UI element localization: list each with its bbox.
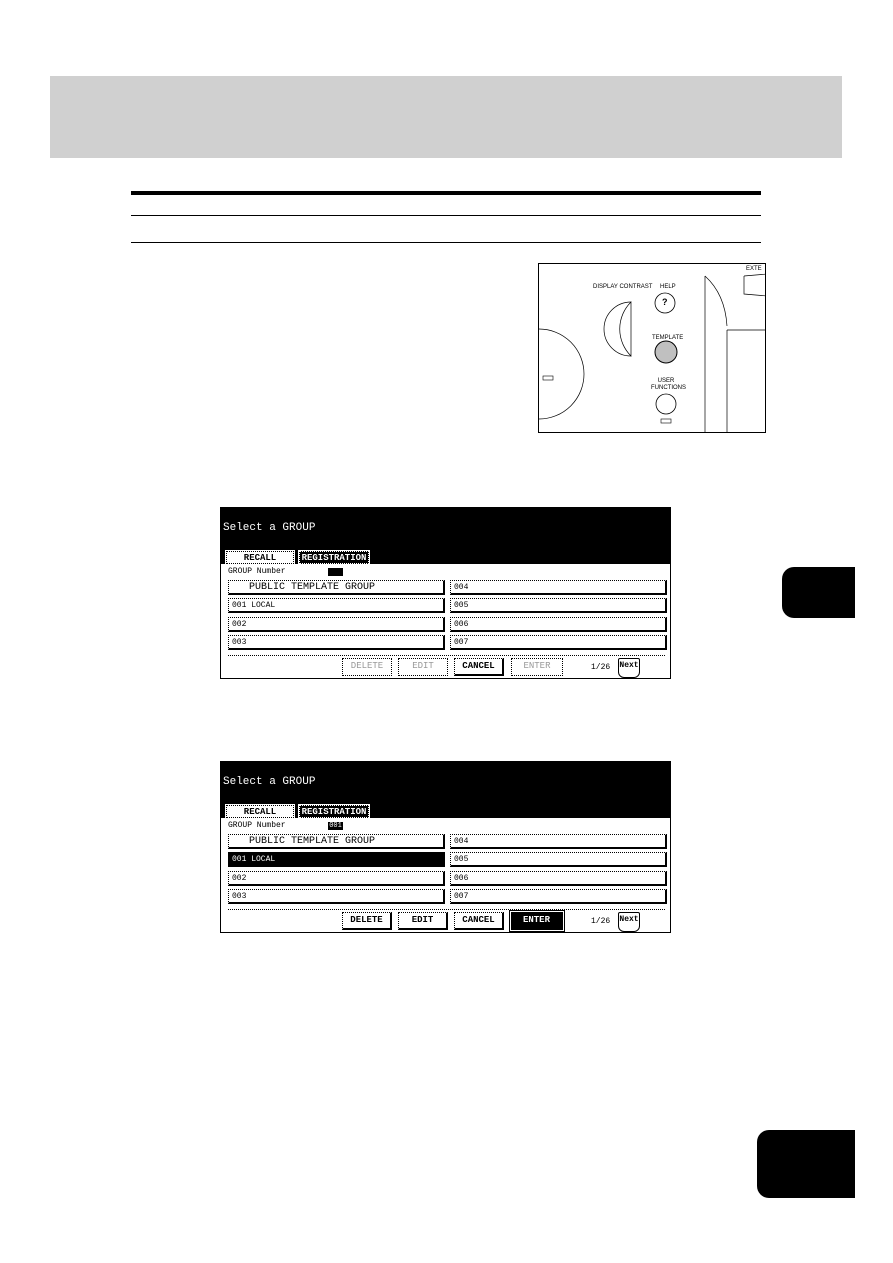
tab-recall[interactable]: RECALL: [225, 550, 295, 565]
group-item[interactable]: 002: [228, 617, 445, 632]
group-number-value: [328, 568, 343, 576]
cancel-button[interactable]: CANCEL: [454, 912, 504, 930]
tab-registration[interactable]: REGISTRATION: [298, 804, 370, 819]
tab-recall[interactable]: RECALL: [225, 804, 295, 819]
group-item[interactable]: 007: [450, 635, 667, 650]
group-item[interactable]: 004: [450, 580, 667, 595]
group-item[interactable]: 005: [450, 852, 667, 867]
group-item[interactable]: 004: [450, 834, 667, 849]
help-button: ?: [662, 297, 668, 307]
group-number-value: 001: [328, 822, 343, 830]
group-item[interactable]: 007: [450, 889, 667, 904]
screen-title: Select a GROUP: [223, 776, 316, 788]
edit-button[interactable]: EDIT: [398, 912, 448, 930]
group-item[interactable]: 001 LOCAL: [228, 852, 445, 867]
delete-button[interactable]: DELETE: [342, 912, 392, 930]
page-indicator: 1/26: [591, 663, 611, 672]
group-item[interactable]: 005: [450, 598, 667, 613]
group-number-label: GROUP Number: [228, 821, 286, 830]
group-item[interactable]: 002: [228, 871, 445, 886]
chapter-tab: [782, 567, 855, 618]
page-number-box: [757, 1130, 855, 1198]
control-panel-illustration: DISPLAY CONTRAST HELP ? TEMPLATE USER FU…: [538, 263, 766, 433]
touch-panel-screen: Select a GROUP RECALL REGISTRATION GROUP…: [220, 507, 671, 679]
group-item[interactable]: 006: [450, 871, 667, 886]
user-functions-label: USER FUNCTIONS: [651, 378, 686, 391]
group-item[interactable]: 001 LOCAL: [228, 598, 445, 613]
cancel-button[interactable]: CANCEL: [454, 658, 504, 676]
manual-page: DISPLAY CONTRAST HELP ? TEMPLATE USER FU…: [0, 0, 893, 1263]
tab-registration[interactable]: REGISTRATION: [298, 550, 370, 565]
group-item[interactable]: PUBLIC TEMPLATE GROUP: [228, 580, 445, 595]
display-contrast-label: DISPLAY CONTRAST: [593, 284, 653, 290]
page-indicator: 1/26: [591, 917, 611, 926]
divider: [228, 909, 665, 910]
thin-rule: [131, 215, 761, 216]
ext-label: EXTE: [746, 266, 762, 272]
group-item[interactable]: PUBLIC TEMPLATE GROUP: [228, 834, 445, 849]
next-button[interactable]: Next: [618, 912, 640, 932]
next-button[interactable]: Next: [618, 658, 640, 678]
enter-button[interactable]: ENTER: [511, 658, 563, 676]
group-item[interactable]: 006: [450, 617, 667, 632]
help-label: HELP: [660, 284, 676, 290]
group-item[interactable]: 003: [228, 889, 445, 904]
header-band: [50, 76, 842, 158]
thick-rule: [131, 191, 761, 195]
template-label: TEMPLATE: [652, 335, 684, 341]
delete-button[interactable]: DELETE: [342, 658, 392, 676]
screen-title: Select a GROUP: [223, 522, 316, 534]
group-item[interactable]: 003: [228, 635, 445, 650]
group-number-label: GROUP Number: [228, 567, 286, 576]
edit-button[interactable]: EDIT: [398, 658, 448, 676]
touch-panel-screen: Select a GROUP RECALL REGISTRATION GROUP…: [220, 761, 671, 933]
enter-button[interactable]: ENTER: [509, 910, 565, 932]
divider: [228, 655, 665, 656]
thin-rule: [131, 242, 761, 243]
control-panel-drawing: [539, 273, 765, 432]
